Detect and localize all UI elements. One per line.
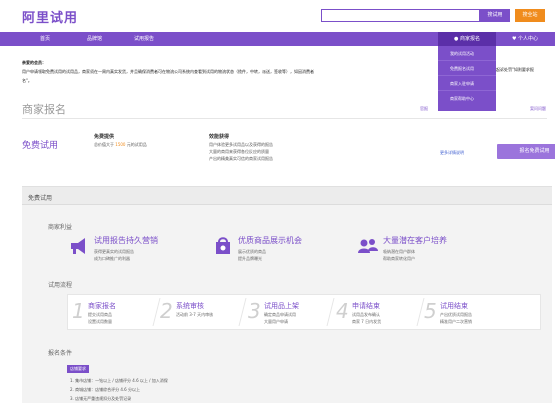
- notice-line-1-tail: 起诉处罚"如则要求报: [496, 67, 534, 72]
- process-title: 试用流程: [48, 282, 73, 289]
- step-desc: 确定商品申请试用 大量用户申请: [264, 312, 296, 325]
- step-desc: 产出优质试用报告 精准用户二次营销: [440, 312, 472, 325]
- nav-item-trial-report[interactable]: 试用报告: [134, 32, 154, 46]
- benefit-desc: 展示优质的商品 提升品牌曝光: [238, 249, 266, 262]
- benefit-desc-line: 成为口碑推广的利器: [94, 255, 130, 261]
- section-link-left[interactable]: 官报: [420, 106, 428, 112]
- merchant-menu-label: 商家报名: [459, 36, 480, 42]
- condition-line: 3. 店铺无严重违规扣分及处罚记录: [70, 396, 132, 401]
- merchant-menu-button[interactable]: ● 商家报名: [438, 32, 496, 46]
- dropdown-item-my-trials[interactable]: 我的试用活动: [438, 46, 496, 61]
- benefit-name: 大量潜在客户培养: [383, 236, 447, 245]
- search-trial-button[interactable]: 搜试用: [480, 9, 510, 22]
- benefit-desc-line: 获得更真实的试用报告: [94, 249, 134, 254]
- notice-line-1: 用户申请领取免费试用的试用品，商家须在一周内真实发货，并且确保消费者可在物流公司…: [22, 69, 314, 74]
- heart-icon: ♥: [511, 36, 517, 42]
- benefit-item: 大量潜在客户培养 吸纳潜在用户群体 帮助商家转化用户: [357, 235, 507, 271]
- nav-item-brand-hall[interactable]: 品牌馆: [87, 32, 102, 46]
- site-logo[interactable]: 阿里试用: [22, 7, 78, 26]
- benefit-item: 优质商品展示机会 展示优质的商品 提升品牌曝光: [212, 235, 362, 271]
- step-desc: 试用品发布确认 商家 7 日内发货: [352, 312, 381, 325]
- shopping-bag-icon: [212, 235, 234, 257]
- free-provide-suffix: 元的试用品: [126, 142, 147, 147]
- step-desc: 活动前 3-7 天内审核: [176, 312, 213, 319]
- step-divider: [238, 298, 247, 326]
- dropdown-item-free-apply[interactable]: 免费报名试用: [438, 61, 496, 76]
- benefits-title: 商家利益: [48, 224, 73, 231]
- step-number: 4: [336, 299, 349, 323]
- step-desc-line: 精准用户二次营销: [440, 318, 472, 324]
- store-requirement-badge: 店铺要求: [67, 365, 89, 373]
- megaphone-icon: [68, 235, 90, 257]
- section-title: 商家报名: [22, 103, 66, 116]
- free-trial-title: 免费试用: [22, 141, 59, 151]
- section-link-right[interactable]: 案问问题: [530, 106, 546, 112]
- step-desc-line: 产出优质试用报告: [440, 312, 472, 317]
- personal-center-button[interactable]: ♥ 个人中心: [500, 32, 550, 46]
- step-desc-line: 确定商品申请试用: [264, 312, 296, 317]
- user-icon: ●: [454, 36, 459, 42]
- header: 阿里试用 搜试用 搜全站: [0, 0, 555, 31]
- step-desc-line: 大量用户申请: [264, 318, 288, 324]
- step-number: 5: [424, 299, 437, 323]
- free-provide-title: 免费提供: [94, 134, 115, 140]
- merchant-dropdown: 我的试用活动 免费报名试用 商家入驻申请 商家帮助中心: [438, 46, 496, 111]
- notice-greeting: 亲爱的会员：: [22, 60, 46, 65]
- step-desc: 提交试用商品 设置试用数量: [88, 312, 112, 325]
- search-site-button[interactable]: 搜全站: [515, 9, 545, 22]
- nav-item-home[interactable]: 首页: [40, 32, 50, 46]
- personal-center-label: 个人中心: [518, 36, 539, 42]
- dropdown-item-help-center[interactable]: 商家帮助中心: [438, 91, 496, 106]
- step-desc-line: 试用品发布确认: [352, 312, 380, 317]
- search-input[interactable]: [321, 9, 480, 22]
- benefit-column-title: 效能获得: [209, 134, 230, 140]
- benefit-line: 产出的精美真实可信的商家试用报告: [209, 156, 273, 161]
- dropdown-item-merchant-join[interactable]: 商家入驻申请: [438, 76, 496, 91]
- conditions-title: 报名条件: [48, 350, 73, 357]
- benefit-item: 试用报告持久营销 获得更真实的试用报告 成为口碑推广的利器: [68, 235, 218, 271]
- users-icon: [357, 235, 379, 257]
- step-divider: [326, 298, 335, 326]
- free-provide-column: 免费提供 总价值大于 1500 元的试用品: [94, 134, 147, 148]
- benefit-desc: 吸纳潜在用户群体 帮助商家转化用户: [383, 249, 415, 262]
- free-provide-value: 1500: [115, 142, 126, 147]
- process-steps: 1 商家报名 提交试用商品 设置试用数量 2 系统审核 活动前 3-7 天内审核…: [67, 294, 541, 330]
- benefit-name: 试用报告持久营销: [94, 236, 158, 245]
- step-name: 商家报名: [88, 302, 116, 310]
- step-desc-line: 商家 7 日内发货: [352, 318, 382, 324]
- benefit-line: 用户体验更多试用品以及获得的报告: [209, 142, 273, 147]
- step-number: 3: [248, 299, 261, 323]
- section-divider: [22, 118, 547, 119]
- step-name: 申请结束: [352, 302, 380, 310]
- main-nav: 首页 品牌馆 试用报告 ● 商家报名 ♥ 个人中心: [0, 32, 555, 46]
- step-desc-line: 活动前 3-7 天内审核: [176, 312, 214, 317]
- benefit-column: 效能获得 用户体验更多试用品以及获得的报告 大量的商用来获得各位反应的质量 产出…: [209, 134, 273, 162]
- condition-line: 2. 商城店铺：店铺综合评分 4.6 分以上: [70, 387, 140, 392]
- benefit-name: 优质商品展示机会: [238, 236, 302, 245]
- step-number: 1: [72, 299, 85, 323]
- step-number: 2: [160, 299, 173, 323]
- panel-title: 免费试用: [28, 195, 53, 202]
- step-desc-line: 提交试用商品: [88, 312, 112, 317]
- apply-free-trial-button[interactable]: 报名免费试用: [497, 144, 555, 159]
- panel-header: 免费试用: [22, 187, 552, 205]
- more-details-link[interactable]: 更多详情说明: [440, 150, 464, 156]
- step-desc-line: 设置试用数量: [88, 318, 112, 324]
- step-name: 系统审核: [176, 302, 204, 310]
- free-trial-row: 免费试用 免费提供 总价值大于 1500 元的试用品 效能获得 用户体验更多试用…: [22, 130, 555, 170]
- step-name: 试用品上架: [264, 302, 299, 310]
- condition-line: 1. 集市店铺：一钻以上 / 店铺评分 4.6 以上 / 加入消保: [70, 378, 168, 383]
- benefit-line: 大量的商用来获得各位反应的质量: [209, 149, 269, 154]
- benefit-desc-line: 吸纳潜在用户群体: [383, 249, 415, 254]
- benefit-desc-line: 提升品牌曝光: [238, 255, 262, 261]
- benefit-desc-line: 展示优质的商品: [238, 249, 266, 254]
- free-provide-prefix: 总价值大于: [94, 142, 114, 147]
- benefit-desc-line: 帮助商家转化用户: [383, 255, 415, 261]
- step-name: 试用结束: [440, 302, 468, 310]
- benefit-desc: 获得更真实的试用报告 成为口碑推广的利器: [94, 249, 134, 262]
